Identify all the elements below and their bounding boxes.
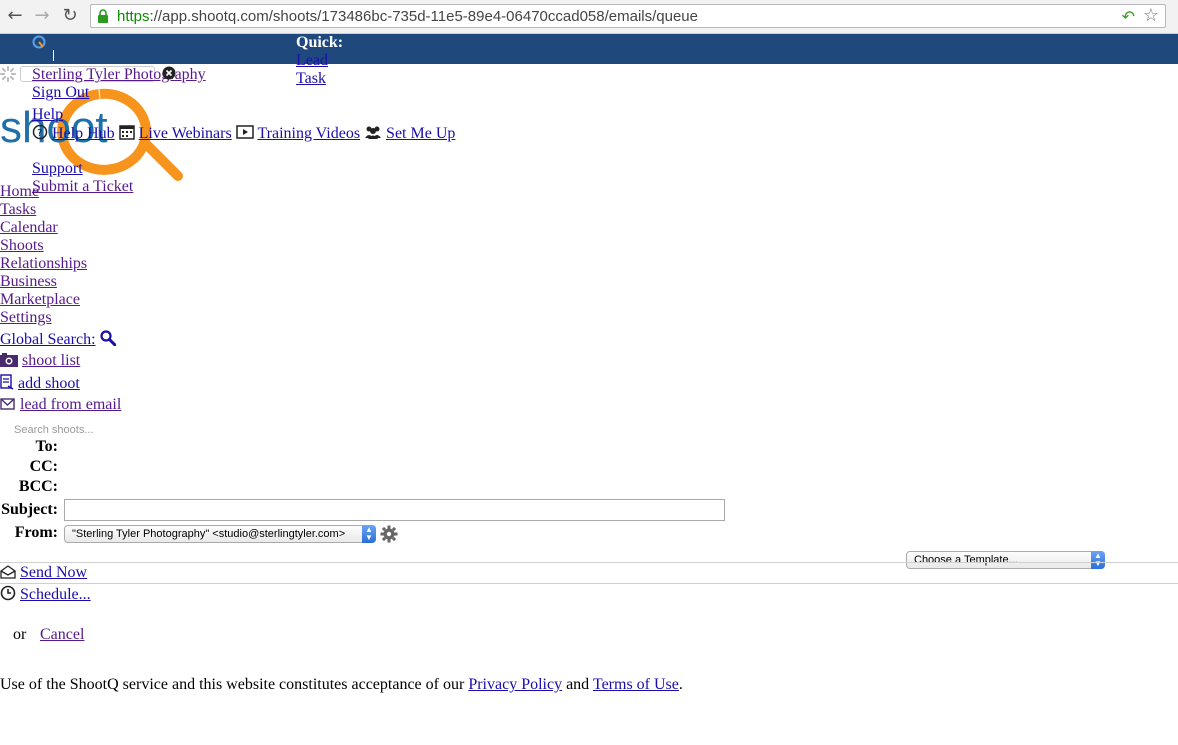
quick-task-link[interactable]: Task [296,70,326,88]
divider [53,50,54,61]
footer-and-text: and [566,676,590,693]
schedule-button[interactable]: Schedule... [20,586,91,603]
privacy-policy-link[interactable]: Privacy Policy [468,676,562,693]
bcc-label: BCC: [18,478,58,495]
account-name-link[interactable]: Sterling Tyler Photography [32,66,206,84]
lead-from-email-link[interactable]: lead from email [20,396,121,413]
global-search-row: Global Search: [0,330,116,349]
send-now-row: Send Now [0,564,87,582]
envelope-icon [0,398,15,410]
send-now-button[interactable]: Send Now [20,564,87,581]
question-circle-icon: ? [32,124,48,140]
forward-arrow-icon[interactable]: → [31,5,53,27]
subject-input[interactable] [64,499,725,521]
nav-calendar[interactable]: Calendar [0,219,58,237]
shootq-mini-logo-icon [32,35,46,49]
help-links-row: ? Help Hub Live Webinars Training Videos… [32,124,455,143]
footer-terms-text: Use of the ShootQ service and this websi… [0,676,465,693]
extension-icon[interactable]: ↶ [1122,7,1135,26]
footer-text: Use of the ShootQ service and this websi… [0,676,683,694]
search-icon[interactable] [99,330,116,346]
loading-spinner-icon [0,66,16,82]
submit-ticket-link[interactable]: Submit a Ticket [32,178,133,196]
browser-toolbar: ← → ↻ https://app.shootq.com/shoots/1734… [0,0,1178,34]
nav-relationships[interactable]: Relationships [0,255,87,273]
global-search-link[interactable]: Global Search: [0,331,96,348]
gear-icon[interactable] [380,525,398,543]
back-arrow-icon[interactable]: ← [4,5,26,27]
cc-label: CC: [29,458,58,475]
open-envelope-icon [0,565,16,579]
terms-of-use-link[interactable]: Terms of Use [593,676,679,693]
template-select-value: Choose a Template... [914,554,1018,566]
select-arrows-icon: ▲ ▼ [362,525,376,543]
template-select[interactable]: Choose a Template... ▲ ▼ [906,551,1105,569]
help-link[interactable]: Help [32,106,63,124]
quick-label: Quick: [296,34,344,51]
nav-business[interactable]: Business [0,273,57,291]
nav-marketplace[interactable]: Marketplace [0,291,80,309]
clock-icon [0,585,16,601]
subject-label: Subject: [1,501,58,518]
live-webinars-link[interactable]: Live Webinars [139,125,232,142]
schedule-row: Schedule... [0,585,91,604]
calendar-icon [118,125,135,140]
select-arrows-icon: ▲ ▼ [1091,551,1105,569]
from-select[interactable]: "Sterling Tyler Photography" <studio@ste… [64,525,376,543]
shoot-list-link[interactable]: shoot list [22,352,80,369]
reload-icon[interactable]: ↻ [59,5,81,27]
add-shoot-row: add shoot [0,374,80,393]
divider [0,562,1178,563]
header-bar [0,34,1178,64]
or-text: or [13,626,27,643]
to-label: To: [35,438,58,455]
footer-period: . [678,676,683,693]
divider [0,583,1178,584]
training-videos-link[interactable]: Training Videos [257,125,360,142]
nav-tasks[interactable]: Tasks [0,201,36,219]
search-shoots-input[interactable]: Search shoots... [14,424,94,436]
close-circle-icon[interactable] [162,66,176,80]
address-bar[interactable]: https://app.shootq.com/shoots/173486bc-7… [90,4,1166,28]
users-icon [365,126,382,139]
quick-lead-link[interactable]: Lead [296,52,328,70]
cancel-link[interactable]: Cancel [40,626,84,644]
nav-settings[interactable]: Settings [0,309,52,327]
nav-home[interactable]: Home [0,183,39,201]
lock-icon [98,9,108,23]
video-play-icon [235,125,254,139]
bookmark-star-icon[interactable]: ☆ [1143,5,1159,26]
camera-icon [0,353,18,367]
svg-text:?: ? [37,128,42,139]
shoot-list-row: shoot list [0,352,80,370]
lead-from-email-row: lead from email [0,396,121,414]
nav-shoots[interactable]: Shoots [0,237,44,255]
set-me-up-link[interactable]: Set Me Up [386,125,455,142]
add-shoot-link[interactable]: add shoot [18,375,80,392]
add-document-icon [0,374,14,390]
url-text: https://app.shootq.com/shoots/173486bc-7… [117,8,698,25]
sign-out-link[interactable]: Sign Out [32,84,89,102]
from-select-value: "Sterling Tyler Photography" <studio@ste… [72,528,346,540]
help-hub-link[interactable]: Help Hub [52,125,115,142]
support-link[interactable]: Support [32,160,83,178]
from-label: From: [14,524,58,541]
